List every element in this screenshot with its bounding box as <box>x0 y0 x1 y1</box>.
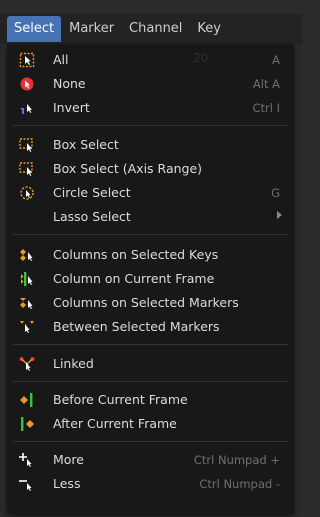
menu-item-label: Invert <box>53 100 90 115</box>
menu-separator <box>13 344 288 345</box>
menu-separator <box>13 234 288 235</box>
menu-item-label: None <box>53 76 86 91</box>
menu-item-less[interactable]: Less Ctrl Numpad - <box>7 472 294 496</box>
menu-item-columns-on-selected-keys[interactable]: Columns on Selected Keys <box>7 243 294 267</box>
menu-item-invert[interactable]: Invert Ctrl I <box>7 96 294 120</box>
shortcut-label: Ctrl Numpad - <box>199 477 280 491</box>
columns-keys-icon <box>20 249 33 261</box>
shortcut-label: Ctrl I <box>252 101 280 115</box>
menu-separator <box>13 125 288 126</box>
select-invert-icon <box>20 102 32 114</box>
menu-item-label: Box Select (Axis Range) <box>53 161 203 176</box>
menu-item-all[interactable]: All A <box>7 48 294 72</box>
menu-item-before-current-frame[interactable]: Before Current Frame <box>7 388 294 412</box>
before-current-frame-icon <box>20 393 33 407</box>
select-all-icon <box>19 52 35 68</box>
linked-icon <box>19 357 35 371</box>
menu-item-label: Between Selected Markers <box>53 319 220 334</box>
menu-item-circle-select[interactable]: Circle Select G <box>7 181 294 205</box>
header-menubar: Select Marker Channel Key <box>0 14 302 44</box>
column-current-frame-icon <box>21 272 33 286</box>
between-markers-icon <box>20 321 34 333</box>
shortcut-label: G <box>271 186 280 200</box>
menu-separator <box>13 441 288 442</box>
menu-item-label: Circle Select <box>53 185 131 200</box>
box-select-icon <box>19 138 33 152</box>
menu-key[interactable]: Key <box>190 16 228 42</box>
menu-item-label: Column on Current Frame <box>53 271 215 286</box>
menu-marker[interactable]: Marker <box>62 16 121 42</box>
menu-item-label: After Current Frame <box>53 416 177 431</box>
menu-item-label: Before Current Frame <box>53 392 188 407</box>
shortcut-label: Alt A <box>252 77 280 91</box>
box-select-axis-icon <box>19 162 33 176</box>
menu-item-columns-on-selected-markers[interactable]: Columns on Selected Markers <box>7 291 294 315</box>
menu-item-label: Columns on Selected Markers <box>53 295 239 310</box>
menu-item-after-current-frame[interactable]: After Current Frame <box>7 412 294 436</box>
shortcut-label: A <box>272 53 280 67</box>
select-less-icon <box>19 480 32 491</box>
menu-item-label: Columns on Selected Keys <box>53 247 219 262</box>
menu-separator <box>13 381 288 382</box>
menu-item-label: Box Select <box>53 137 119 152</box>
menu-item-between-selected-markers[interactable]: Between Selected Markers <box>7 315 294 339</box>
menu-item-label: More <box>53 452 84 467</box>
shortcut-label: Ctrl Numpad + <box>193 453 280 467</box>
select-none-icon <box>20 77 34 91</box>
menu-item-box-select-axis-range[interactable]: Box Select (Axis Range) <box>7 157 294 181</box>
menu-item-linked[interactable]: Linked <box>7 352 294 376</box>
menu-item-label: All <box>53 52 69 67</box>
submenu-arrow-icon <box>277 211 282 219</box>
after-current-frame-icon <box>21 417 34 431</box>
columns-markers-icon <box>20 298 33 309</box>
menu-item-lasso-select[interactable]: Lasso Select <box>7 205 294 229</box>
menu-item-column-on-current-frame[interactable]: Column on Current Frame <box>7 267 294 291</box>
menu-item-label: Less <box>53 476 81 491</box>
menu-item-more[interactable]: More Ctrl Numpad + <box>7 448 294 472</box>
menu-item-label: Linked <box>53 356 94 371</box>
circle-select-icon <box>20 186 34 200</box>
menu-item-box-select[interactable]: Box Select <box>7 133 294 157</box>
select-more-icon <box>19 453 32 467</box>
menu-select[interactable]: Select <box>7 16 62 42</box>
select-dropdown-menu: 20 All A None Alt A Invert Ctrl I Box Se… <box>7 44 294 514</box>
menu-item-none[interactable]: None Alt A <box>7 72 294 96</box>
menu-item-label: Lasso Select <box>53 209 131 224</box>
menu-channel[interactable]: Channel <box>122 16 189 42</box>
